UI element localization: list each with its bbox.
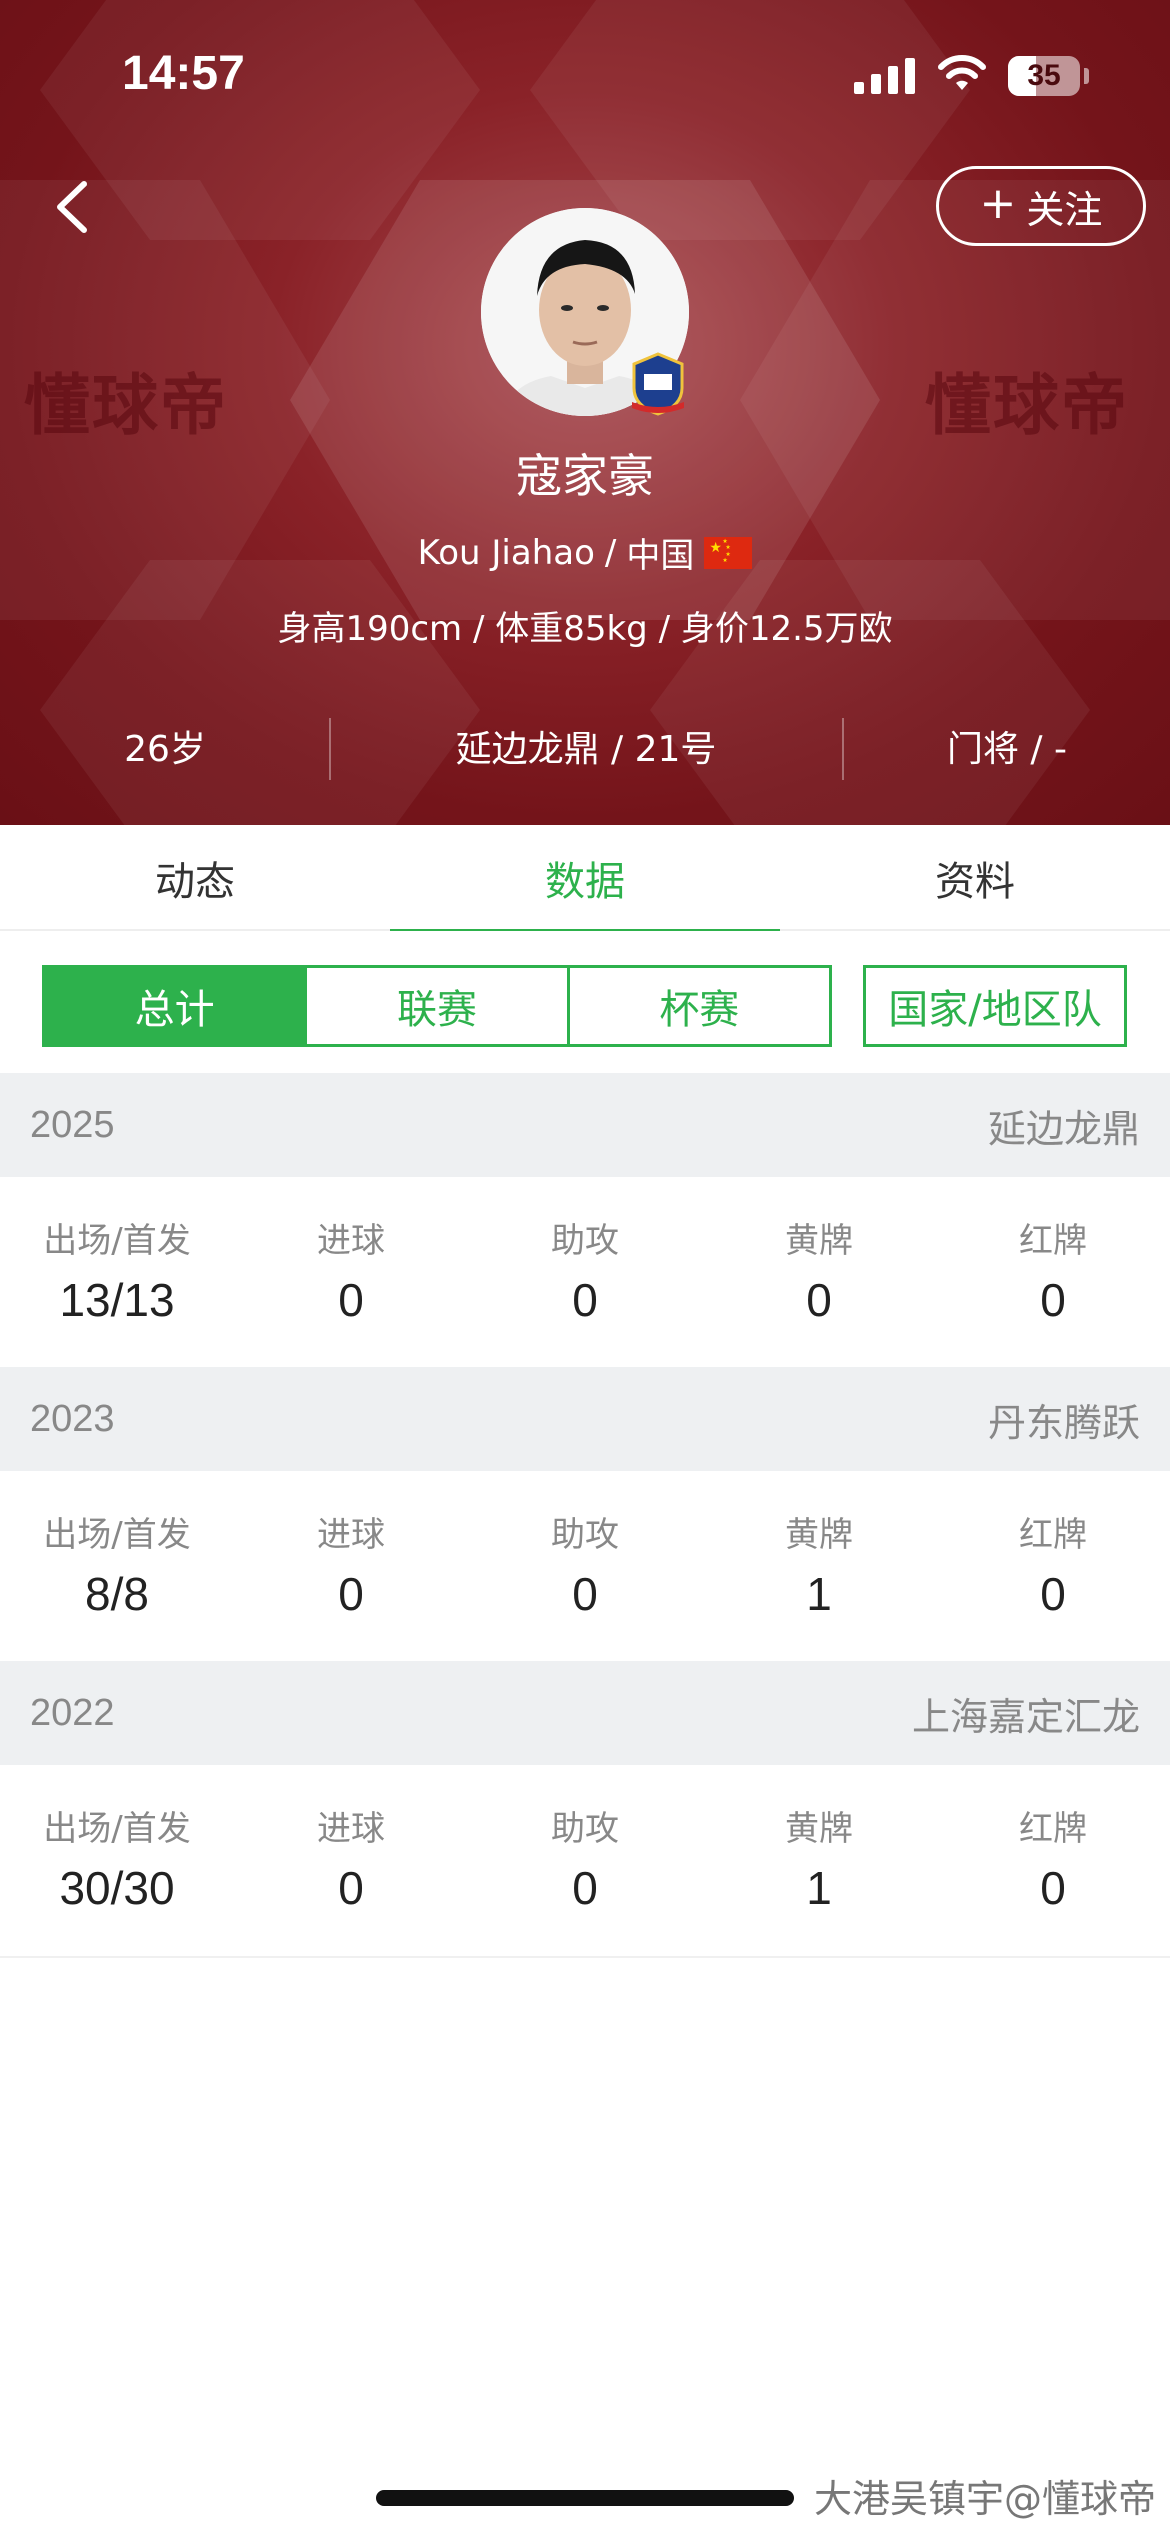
player-info-row: 26岁 延边龙鼎 / 21号 门将 / - (0, 710, 1170, 782)
season-header: 2023 丹东腾跃 (0, 1367, 1170, 1471)
stat-label: 红牌 (1019, 1809, 1087, 1849)
plus-icon: + (979, 178, 1017, 229)
season-team: 延边龙鼎 (987, 1106, 1140, 1151)
player-english-name: Kou Jiahao (417, 532, 595, 573)
status-time: 14:57 (122, 47, 245, 100)
player-header: 懂球帝 懂球帝 14:57 35 + 关注 寇家豪 Kou Jiahao / 中… (0, 0, 1170, 825)
stat-value: 0 (1040, 1568, 1066, 1620)
stat-value: 0 (806, 1274, 832, 1326)
stat-label: 出场/首发 (43, 1809, 191, 1849)
battery-icon: 35 (1008, 56, 1080, 96)
stat-label: 红牌 (1019, 1515, 1087, 1555)
stat-goals: 进球 0 (234, 1177, 468, 1367)
stat-label: 黄牌 (785, 1809, 853, 1849)
divider (0, 1956, 1170, 1958)
follow-label: 关注 (1026, 187, 1103, 232)
stat-goals: 进球 0 (234, 1471, 468, 1661)
stat-value: 0 (338, 1274, 364, 1326)
season-header: 2025 延边龙鼎 (0, 1073, 1170, 1177)
stat-value: 0 (572, 1568, 598, 1620)
stat-appearances: 出场/首发 30/30 (0, 1765, 234, 1955)
stat-assists: 助攻 0 (468, 1471, 702, 1661)
stat-goals: 进球 0 (234, 1765, 468, 1955)
stat-red-cards: 红牌 0 (936, 1471, 1170, 1661)
competition-filter: 总计 联赛 杯赛 国家/地区队 (0, 931, 1170, 1073)
season-team: 上海嘉定汇龙 (911, 1694, 1140, 1739)
follow-button[interactable]: + 关注 (936, 166, 1146, 246)
stat-label: 黄牌 (785, 1221, 853, 1261)
stat-value: 8/8 (85, 1568, 149, 1620)
season-year: 2022 (30, 1691, 115, 1734)
stat-appearances: 出场/首发 13/13 (0, 1177, 234, 1367)
stat-label: 出场/首发 (43, 1515, 191, 1555)
tab-data[interactable]: 数据 (390, 825, 780, 933)
stat-label: 红牌 (1019, 1221, 1087, 1261)
season-header: 2022 上海嘉定汇龙 (0, 1661, 1170, 1765)
image-credit-watermark: 大港吴镇宇@懂球帝 (814, 2477, 1157, 2521)
stat-yellow-cards: 黄牌 0 (702, 1177, 936, 1367)
season-stats: 出场/首发 13/13 进球 0 助攻 0 黄牌 0 红牌 0 (0, 1177, 1170, 1367)
stat-value: 0 (572, 1862, 598, 1914)
stat-yellow-cards: 黄牌 1 (702, 1471, 936, 1661)
season-year: 2023 (30, 1397, 115, 1440)
stat-label: 进球 (317, 1809, 385, 1849)
battery-tip (1084, 68, 1089, 84)
player-team-number: 延边龙鼎 / 21号 (455, 729, 717, 770)
stat-value: 30/30 (59, 1862, 175, 1914)
stat-appearances: 出场/首发 8/8 (0, 1471, 234, 1661)
cellular-signal-icon (854, 58, 915, 94)
wifi-icon (938, 55, 986, 90)
stat-value: 1 (806, 1862, 832, 1914)
stat-label: 黄牌 (785, 1515, 853, 1555)
slash-separator: / (604, 532, 617, 573)
stat-label: 助攻 (551, 1221, 619, 1261)
stat-label: 进球 (317, 1515, 385, 1555)
stat-value: 0 (572, 1274, 598, 1326)
filter-league[interactable]: 联赛 (307, 968, 570, 1044)
season-stats: 出场/首发 30/30 进球 0 助攻 0 黄牌 1 红牌 0 (0, 1765, 1170, 1955)
season-year: 2025 (30, 1103, 115, 1146)
back-arrow-icon[interactable] (48, 172, 96, 242)
watermark-left: 懂球帝 (24, 367, 228, 444)
stat-label: 助攻 (551, 1515, 619, 1555)
player-nationality: Kou Jiahao / 中国 ★ ★ ★ ★ ★ (0, 528, 1170, 577)
player-age: 26岁 (124, 729, 206, 770)
stat-value: 0 (338, 1568, 364, 1620)
stat-label: 出场/首发 (43, 1221, 191, 1261)
watermark-right: 懂球帝 (925, 367, 1129, 444)
home-indicator[interactable] (376, 2490, 794, 2506)
stat-value: 0 (338, 1862, 364, 1914)
season-stats: 出场/首发 8/8 进球 0 助攻 0 黄牌 1 红牌 0 (0, 1471, 1170, 1661)
club-badge-icon (632, 352, 684, 416)
stat-value: 1 (806, 1568, 832, 1620)
filter-national-team[interactable]: 国家/地区队 (863, 965, 1127, 1047)
stat-yellow-cards: 黄牌 1 (702, 1765, 936, 1955)
stat-assists: 助攻 0 (468, 1765, 702, 1955)
stat-value: 0 (1040, 1274, 1066, 1326)
stat-label: 助攻 (551, 1809, 619, 1849)
china-flag-icon: ★ ★ ★ ★ ★ (704, 536, 753, 569)
player-name: 寇家豪 (516, 449, 654, 503)
player-physical: 身高190cm / 体重85kg / 身价12.5万欧 (277, 609, 893, 649)
competition-segmented-control: 总计 联赛 杯赛 (42, 965, 832, 1047)
stat-value: 13/13 (59, 1274, 175, 1326)
tab-dynamics[interactable]: 动态 (0, 825, 390, 931)
stat-assists: 助攻 0 (468, 1177, 702, 1367)
filter-cup[interactable]: 杯赛 (570, 968, 829, 1044)
season-team: 丹东腾跃 (987, 1400, 1140, 1445)
player-position: 门将 / - (946, 729, 1067, 770)
stat-red-cards: 红牌 0 (936, 1177, 1170, 1367)
player-country: 中国 (626, 536, 695, 576)
filter-total[interactable]: 总计 (45, 968, 308, 1044)
stat-red-cards: 红牌 0 (936, 1765, 1170, 1955)
stat-label: 进球 (317, 1221, 385, 1261)
battery-level: 35 (1027, 59, 1061, 92)
tab-profile[interactable]: 资料 (780, 825, 1170, 931)
stat-value: 0 (1040, 1862, 1066, 1914)
profile-tabs: 动态 数据 资料 (0, 825, 1170, 933)
